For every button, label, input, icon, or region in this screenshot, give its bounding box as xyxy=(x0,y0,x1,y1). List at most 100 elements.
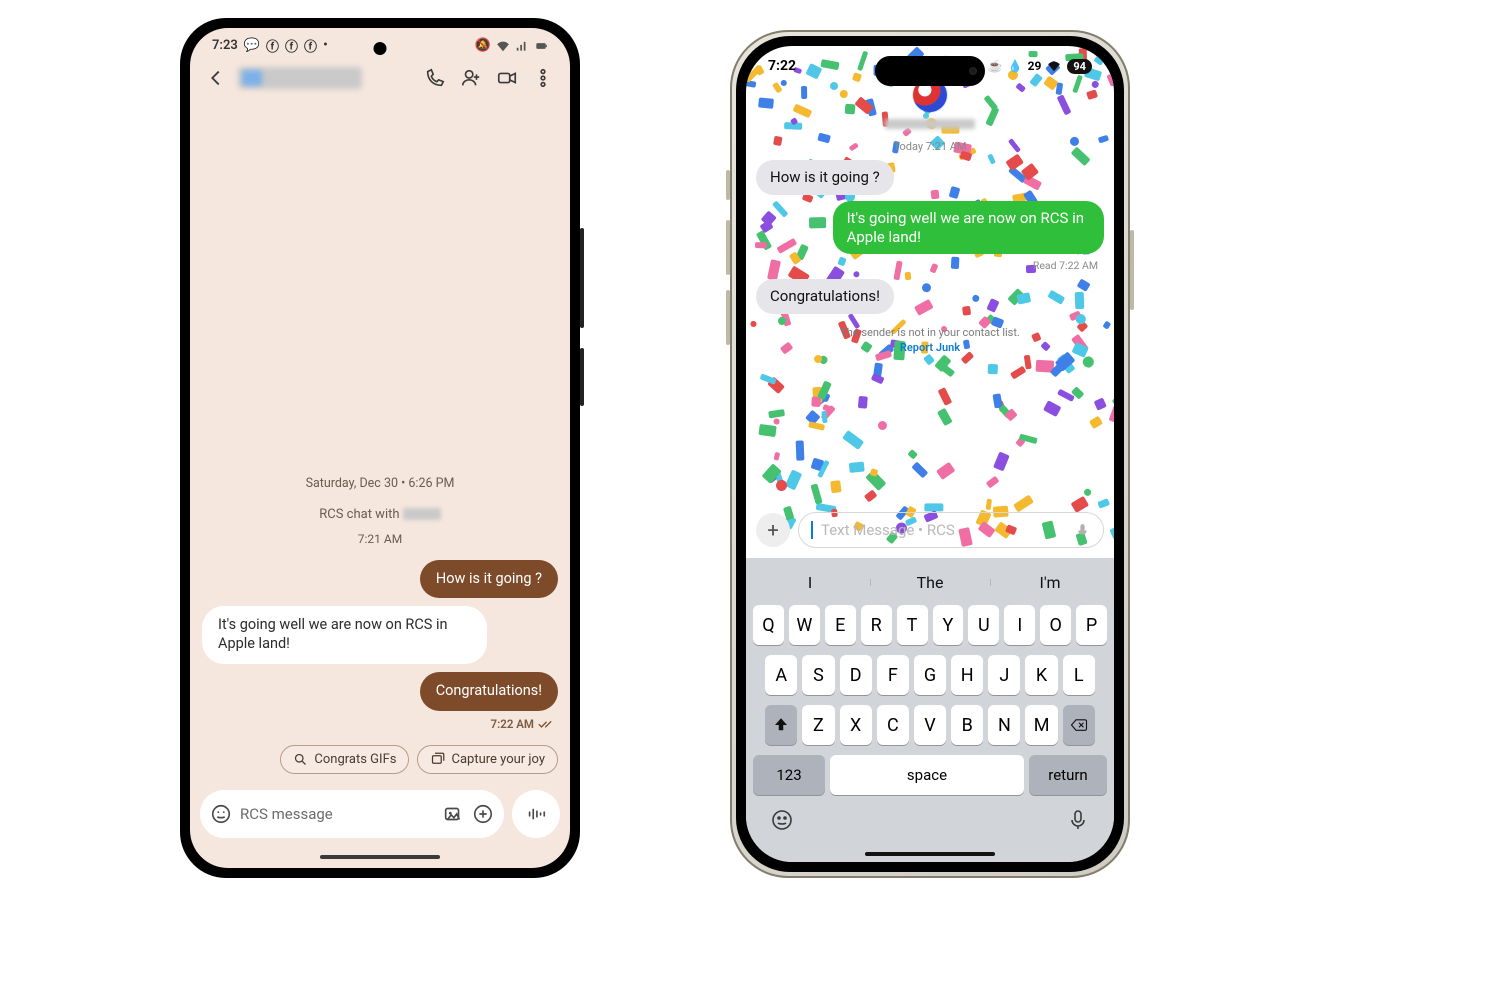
gallery-icon xyxy=(430,752,445,767)
input-placeholder: Text Message • RCS xyxy=(821,521,955,539)
gesture-bar[interactable] xyxy=(190,846,570,868)
chat-icon: 💬 xyxy=(244,38,260,53)
add-person-button[interactable] xyxy=(458,65,484,91)
battery-icon xyxy=(534,39,548,53)
iphone-frame: 7:22 ☕ 💧 29 94 Today 7:21 AM How is xyxy=(730,30,1130,878)
key-l[interactable]: L xyxy=(1063,655,1095,695)
key-s[interactable]: S xyxy=(802,655,834,695)
message-input[interactable]: RCS message xyxy=(200,790,504,838)
plus-icon[interactable] xyxy=(472,803,494,825)
date-separator: Today 7:21 AM xyxy=(756,136,1104,157)
key-p[interactable]: P xyxy=(1076,605,1107,645)
contact-number-redacted xyxy=(885,116,975,130)
dictation-icon[interactable] xyxy=(1074,522,1091,539)
message-in[interactable]: How is it going ? xyxy=(756,160,894,195)
dot-icon: • xyxy=(323,38,328,53)
emoji-key[interactable] xyxy=(770,808,794,832)
key-h[interactable]: H xyxy=(951,655,983,695)
conversation-header xyxy=(190,57,570,99)
key-a[interactable]: A xyxy=(765,655,797,695)
side-button xyxy=(1130,230,1134,310)
video-call-button[interactable] xyxy=(494,65,520,91)
key-z[interactable]: Z xyxy=(802,705,834,745)
conversation-body[interactable]: Today 7:21 AM How is it going ? It's goi… xyxy=(746,136,1114,502)
message-input[interactable]: Text Message • RCS xyxy=(798,512,1104,548)
read-receipt: 7:22 AM xyxy=(190,715,570,739)
suggestion-bar: I The I'm xyxy=(750,564,1110,600)
key-g[interactable]: G xyxy=(914,655,946,695)
battery-percent: 94 xyxy=(1067,59,1092,74)
key-j[interactable]: J xyxy=(988,655,1020,695)
time-separator: 7:21 AM xyxy=(190,522,570,556)
unknown-sender-warning: The sender is not in your contact list. … xyxy=(756,317,1104,356)
android-screen: 7:23 💬 ⓕ ⓕ ⓕ • 🔕 xyxy=(190,28,570,868)
volume-up xyxy=(726,220,730,275)
key-k[interactable]: K xyxy=(1025,655,1057,695)
suggestion[interactable]: The xyxy=(870,573,990,592)
composer-bar: + Text Message • RCS xyxy=(746,502,1114,558)
facebook-icon: ⓕ xyxy=(304,36,317,55)
text-cursor xyxy=(811,521,813,539)
attach-button[interactable]: + xyxy=(756,513,790,547)
message-in[interactable]: Congratulations! xyxy=(756,279,894,314)
read-check-icon xyxy=(538,717,552,731)
chip-congrats-gifs[interactable]: Congrats GIFs xyxy=(280,745,409,774)
space-key[interactable]: space xyxy=(830,755,1024,795)
report-junk-link[interactable]: Report Junk xyxy=(776,340,1084,355)
message-out[interactable]: Congratulations! xyxy=(420,672,558,711)
key-q[interactable]: Q xyxy=(753,605,784,645)
key-n[interactable]: N xyxy=(988,705,1020,745)
status-time: 7:22 xyxy=(768,58,796,74)
key-v[interactable]: V xyxy=(914,705,946,745)
front-camera xyxy=(374,42,387,55)
key-w[interactable]: W xyxy=(789,605,820,645)
signal-icon xyxy=(515,39,529,53)
key-m[interactable]: M xyxy=(1025,705,1057,745)
message-out[interactable]: It's going well we are now on RCS in App… xyxy=(833,201,1104,255)
gallery-icon[interactable] xyxy=(442,803,464,825)
call-button[interactable] xyxy=(422,65,448,91)
iphone-screen: 7:22 ☕ 💧 29 94 Today 7:21 AM How is xyxy=(746,46,1114,862)
dynamic-island[interactable] xyxy=(875,56,985,86)
voice-message-button[interactable] xyxy=(512,790,560,838)
mute-switch xyxy=(726,170,730,200)
backspace-key[interactable] xyxy=(1063,705,1095,745)
status-time: 7:23 xyxy=(212,38,238,53)
weather-icon: 💧 xyxy=(1008,59,1023,73)
key-t[interactable]: T xyxy=(897,605,928,645)
emoji-icon[interactable] xyxy=(210,803,232,825)
dictation-key[interactable] xyxy=(1066,808,1090,832)
return-key[interactable]: return xyxy=(1029,755,1107,795)
key-y[interactable]: Y xyxy=(933,605,964,645)
key-b[interactable]: B xyxy=(951,705,983,745)
home-indicator[interactable] xyxy=(865,852,995,856)
contact-name-redacted[interactable] xyxy=(238,67,362,89)
audio-wave-icon xyxy=(525,803,547,825)
wifi-icon xyxy=(1046,59,1062,73)
key-i[interactable]: I xyxy=(1004,605,1035,645)
suggestion[interactable]: I xyxy=(750,573,870,592)
key-c[interactable]: C xyxy=(877,705,909,745)
coffee-icon: ☕ xyxy=(988,59,1003,73)
android-phone-frame: 7:23 💬 ⓕ ⓕ ⓕ • 🔕 xyxy=(180,18,580,878)
key-e[interactable]: E xyxy=(825,605,856,645)
key-o[interactable]: O xyxy=(1040,605,1071,645)
suggestion[interactable]: I'm xyxy=(990,573,1110,592)
message-in[interactable]: It's going well we are now on RCS in App… xyxy=(202,606,487,664)
key-u[interactable]: U xyxy=(968,605,999,645)
key-d[interactable]: D xyxy=(840,655,872,695)
more-button[interactable] xyxy=(530,65,556,91)
message-out[interactable]: How is it going ? xyxy=(420,560,558,599)
volume-down xyxy=(726,290,730,345)
redacted-name xyxy=(403,508,441,520)
chip-capture-joy[interactable]: Capture your joy xyxy=(417,745,558,774)
temperature: 29 xyxy=(1028,59,1042,73)
shift-key[interactable] xyxy=(765,705,797,745)
key-x[interactable]: X xyxy=(840,705,872,745)
ios-keyboard[interactable]: I The I'm QWERTYUIOP ASDFGHJKL ZXCVBNM xyxy=(746,558,1114,862)
key-r[interactable]: R xyxy=(861,605,892,645)
conversation-body[interactable]: Saturday, Dec 30 • 6:26 PM RCS chat with… xyxy=(190,99,570,784)
key-f[interactable]: F xyxy=(877,655,909,695)
numbers-key[interactable]: 123 xyxy=(753,755,825,795)
back-button[interactable] xyxy=(204,66,228,90)
